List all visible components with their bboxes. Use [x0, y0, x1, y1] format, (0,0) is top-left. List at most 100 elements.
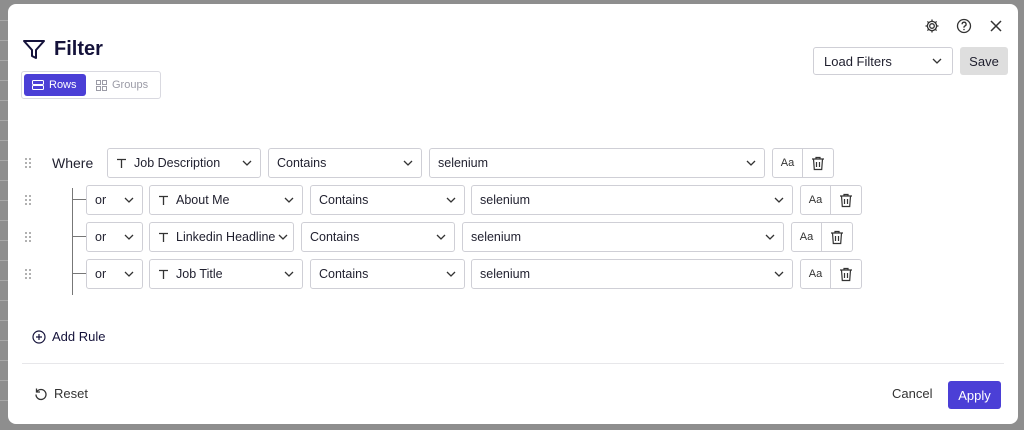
rows-icon [32, 80, 44, 90]
chevron-down-icon [124, 271, 134, 277]
groups-icon [96, 79, 107, 91]
cancel-button[interactable]: Cancel [892, 386, 932, 401]
operator-label: Contains [319, 267, 369, 281]
case-sensitive-button[interactable]: Aa [791, 222, 822, 252]
settings-icon[interactable] [922, 16, 942, 36]
drag-handle-icon[interactable] [24, 267, 32, 285]
conjunction-select[interactable]: or [86, 222, 143, 252]
drag-handle-icon[interactable] [24, 230, 32, 248]
tab-rows[interactable]: Rows [24, 74, 86, 96]
field-label: About Me [176, 193, 230, 207]
trash-icon [831, 230, 843, 244]
operator-select[interactable]: Contains [301, 222, 455, 252]
chevron-down-icon [124, 197, 134, 203]
trash-icon [812, 156, 824, 170]
filter-dialog: Filter Rows Groups Load Filters Save Whe… [8, 4, 1018, 424]
trash-icon [840, 267, 852, 281]
chevron-down-icon [774, 271, 784, 277]
dialog-toolbar [922, 16, 1006, 36]
value-select[interactable]: selenium [429, 148, 765, 178]
apply-button[interactable]: Apply [948, 381, 1001, 409]
operator-label: Contains [319, 193, 369, 207]
tab-rows-label: Rows [49, 79, 77, 91]
conjunction-label: or [95, 193, 107, 207]
trash-icon [840, 193, 852, 207]
field-select[interactable]: Linkedin Headline [149, 222, 294, 252]
case-sensitive-button[interactable]: Aa [800, 185, 831, 215]
add-rule-button[interactable]: Add Rule [32, 329, 105, 344]
text-type-icon [117, 158, 126, 168]
save-button[interactable]: Save [960, 47, 1008, 75]
case-sensitive-button[interactable]: Aa [772, 148, 803, 178]
field-select[interactable]: About Me [149, 185, 303, 215]
conjunction-label: or [95, 230, 107, 244]
operator-select[interactable]: Contains [310, 259, 465, 289]
help-icon[interactable] [954, 16, 974, 36]
chevron-down-icon [746, 160, 756, 166]
reset-label: Reset [54, 386, 88, 401]
field-select[interactable]: Job Description [107, 148, 261, 178]
value-label: selenium [480, 267, 531, 281]
chevron-down-icon [765, 234, 775, 240]
text-type-icon [159, 269, 168, 279]
chevron-down-icon [284, 197, 294, 203]
operator-select[interactable]: Contains [310, 185, 465, 215]
conjunction-label: or [95, 267, 107, 281]
chevron-down-icon [774, 197, 784, 203]
field-select[interactable]: Job Title [149, 259, 303, 289]
conjunction-select[interactable]: or [86, 259, 143, 289]
value-select[interactable]: selenium [471, 185, 793, 215]
text-type-icon [159, 232, 168, 242]
mode-tabs: Rows Groups [21, 71, 161, 99]
case-sensitive-button[interactable]: Aa [800, 259, 831, 289]
operator-label: Contains [310, 230, 360, 244]
conjunction-select[interactable]: or [86, 185, 143, 215]
delete-rule-button[interactable] [822, 222, 853, 252]
dialog-header: Filter [22, 38, 103, 61]
operator-label: Contains [277, 156, 327, 170]
chevron-down-icon [932, 58, 942, 64]
add-rule-label: Add Rule [52, 329, 106, 344]
filter-rule: Where Job Description Contains selenium … [8, 148, 1018, 178]
value-label: selenium [471, 230, 522, 244]
chevron-down-icon [436, 234, 446, 240]
load-filters-select[interactable]: Load Filters [813, 47, 953, 75]
tab-groups-label: Groups [112, 79, 149, 91]
delete-rule-button[interactable] [831, 185, 862, 215]
field-label: Job Title [176, 267, 223, 281]
filter-rule: or Linkedin Headline Contains selenium A… [8, 222, 1018, 252]
case-sensitive-icon: Aa [799, 231, 814, 243]
value-label: selenium [438, 156, 489, 170]
chevron-down-icon [284, 271, 294, 277]
load-filters-label: Load Filters [824, 53, 892, 69]
filter-rule: or Job Title Contains selenium Aa [8, 259, 1018, 289]
drag-handle-icon[interactable] [24, 193, 32, 211]
filter-rule: or About Me Contains selenium Aa [8, 185, 1018, 215]
value-select[interactable]: selenium [471, 259, 793, 289]
value-select[interactable]: selenium [462, 222, 784, 252]
chevron-down-icon [403, 160, 413, 166]
filter-icon [23, 39, 45, 59]
case-sensitive-icon: Aa [780, 157, 795, 169]
delete-rule-button[interactable] [831, 259, 862, 289]
where-label: Where [52, 155, 94, 171]
value-label: selenium [480, 193, 531, 207]
close-icon[interactable] [986, 16, 1006, 36]
delete-rule-button[interactable] [803, 148, 834, 178]
chevron-down-icon [446, 197, 456, 203]
footer-divider [22, 363, 1004, 364]
chevron-down-icon [278, 234, 288, 240]
case-sensitive-icon: Aa [808, 268, 823, 280]
plus-circle-icon [32, 329, 46, 344]
drag-handle-icon[interactable] [24, 156, 32, 174]
backdrop [0, 0, 8, 430]
field-label: Linkedin Headline [176, 230, 276, 244]
operator-select[interactable]: Contains [268, 148, 422, 178]
tab-groups[interactable]: Groups [88, 74, 156, 96]
reset-icon [35, 388, 47, 400]
reset-button[interactable]: Reset [34, 386, 88, 401]
chevron-down-icon [124, 234, 134, 240]
text-type-icon [159, 195, 168, 205]
case-sensitive-icon: Aa [808, 194, 823, 206]
dialog-title: Filter [54, 38, 103, 60]
